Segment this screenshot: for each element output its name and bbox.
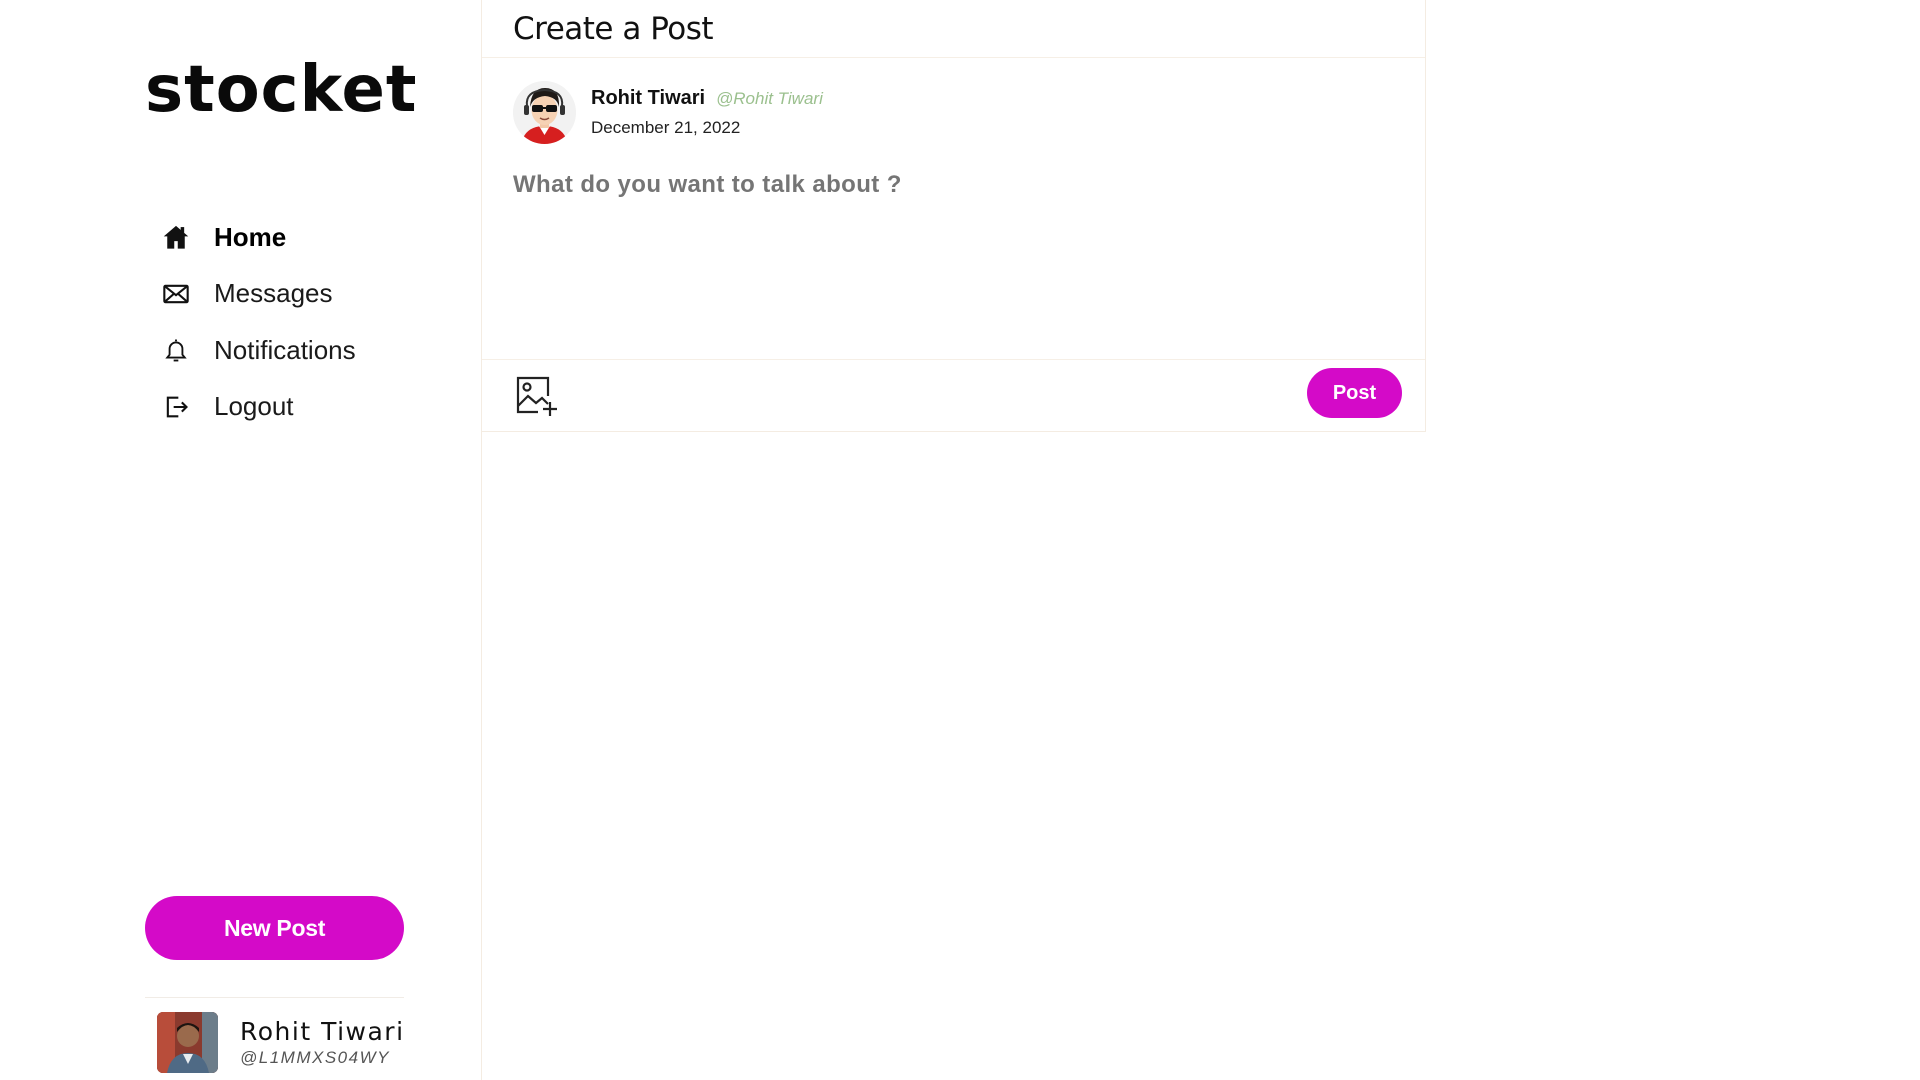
sidebar-item-label: Messages	[214, 278, 333, 308]
envelope-icon	[160, 278, 192, 310]
sidebar-item-label: Logout	[214, 391, 294, 421]
sidebar-item-logout[interactable]: Logout	[160, 388, 356, 426]
author-avatar	[513, 81, 576, 144]
add-image-icon[interactable]	[514, 374, 558, 418]
composer-actions: Post	[482, 360, 1425, 430]
sidebar-item-label: Notifications	[214, 334, 356, 365]
profile-card[interactable]: Rohit Tiwari @L1MMXS04WY	[157, 1012, 405, 1073]
sidebar-item-label: Home	[214, 221, 287, 252]
sidebar-item-home[interactable]: Home	[160, 218, 356, 256]
new-post-button[interactable]: New Post	[145, 896, 404, 960]
profile-text: Rohit Tiwari @L1MMXS04WY	[240, 1017, 405, 1068]
divider	[145, 997, 404, 998]
sidebar-item-notifications[interactable]: Notifications	[160, 331, 356, 369]
post-button[interactable]: Post	[1307, 368, 1402, 418]
page-title: Create a Post	[513, 10, 714, 47]
author-name: Rohit Tiwari	[591, 87, 706, 109]
post-text-input[interactable]	[513, 171, 1393, 281]
panel-header: Create a Post	[482, 0, 1425, 58]
create-post-panel: Create a Post Rohit Tiwari @Rohit Tiwari…	[482, 0, 1426, 432]
avatar	[157, 1012, 218, 1073]
sidebar: stocket Home Messages Notifications Logo…	[0, 0, 482, 1080]
app-root: stocket Home Messages Notifications Logo…	[0, 0, 1920, 1080]
sidebar-item-messages[interactable]: Messages	[160, 275, 356, 313]
profile-name: Rohit Tiwari	[240, 1017, 405, 1046]
post-composer: Rohit Tiwari @Rohit Tiwari December 21, …	[482, 58, 1425, 360]
profile-handle: @L1MMXS04WY	[240, 1048, 390, 1067]
home-icon	[160, 221, 192, 253]
author-handle: @Rohit Tiwari	[716, 89, 823, 108]
app-logo[interactable]: stocket	[145, 58, 417, 122]
bell-icon	[160, 334, 192, 366]
post-date: December 21, 2022	[591, 118, 741, 137]
sidebar-nav: Home Messages Notifications Logout	[160, 218, 356, 444]
logout-icon	[160, 391, 192, 423]
